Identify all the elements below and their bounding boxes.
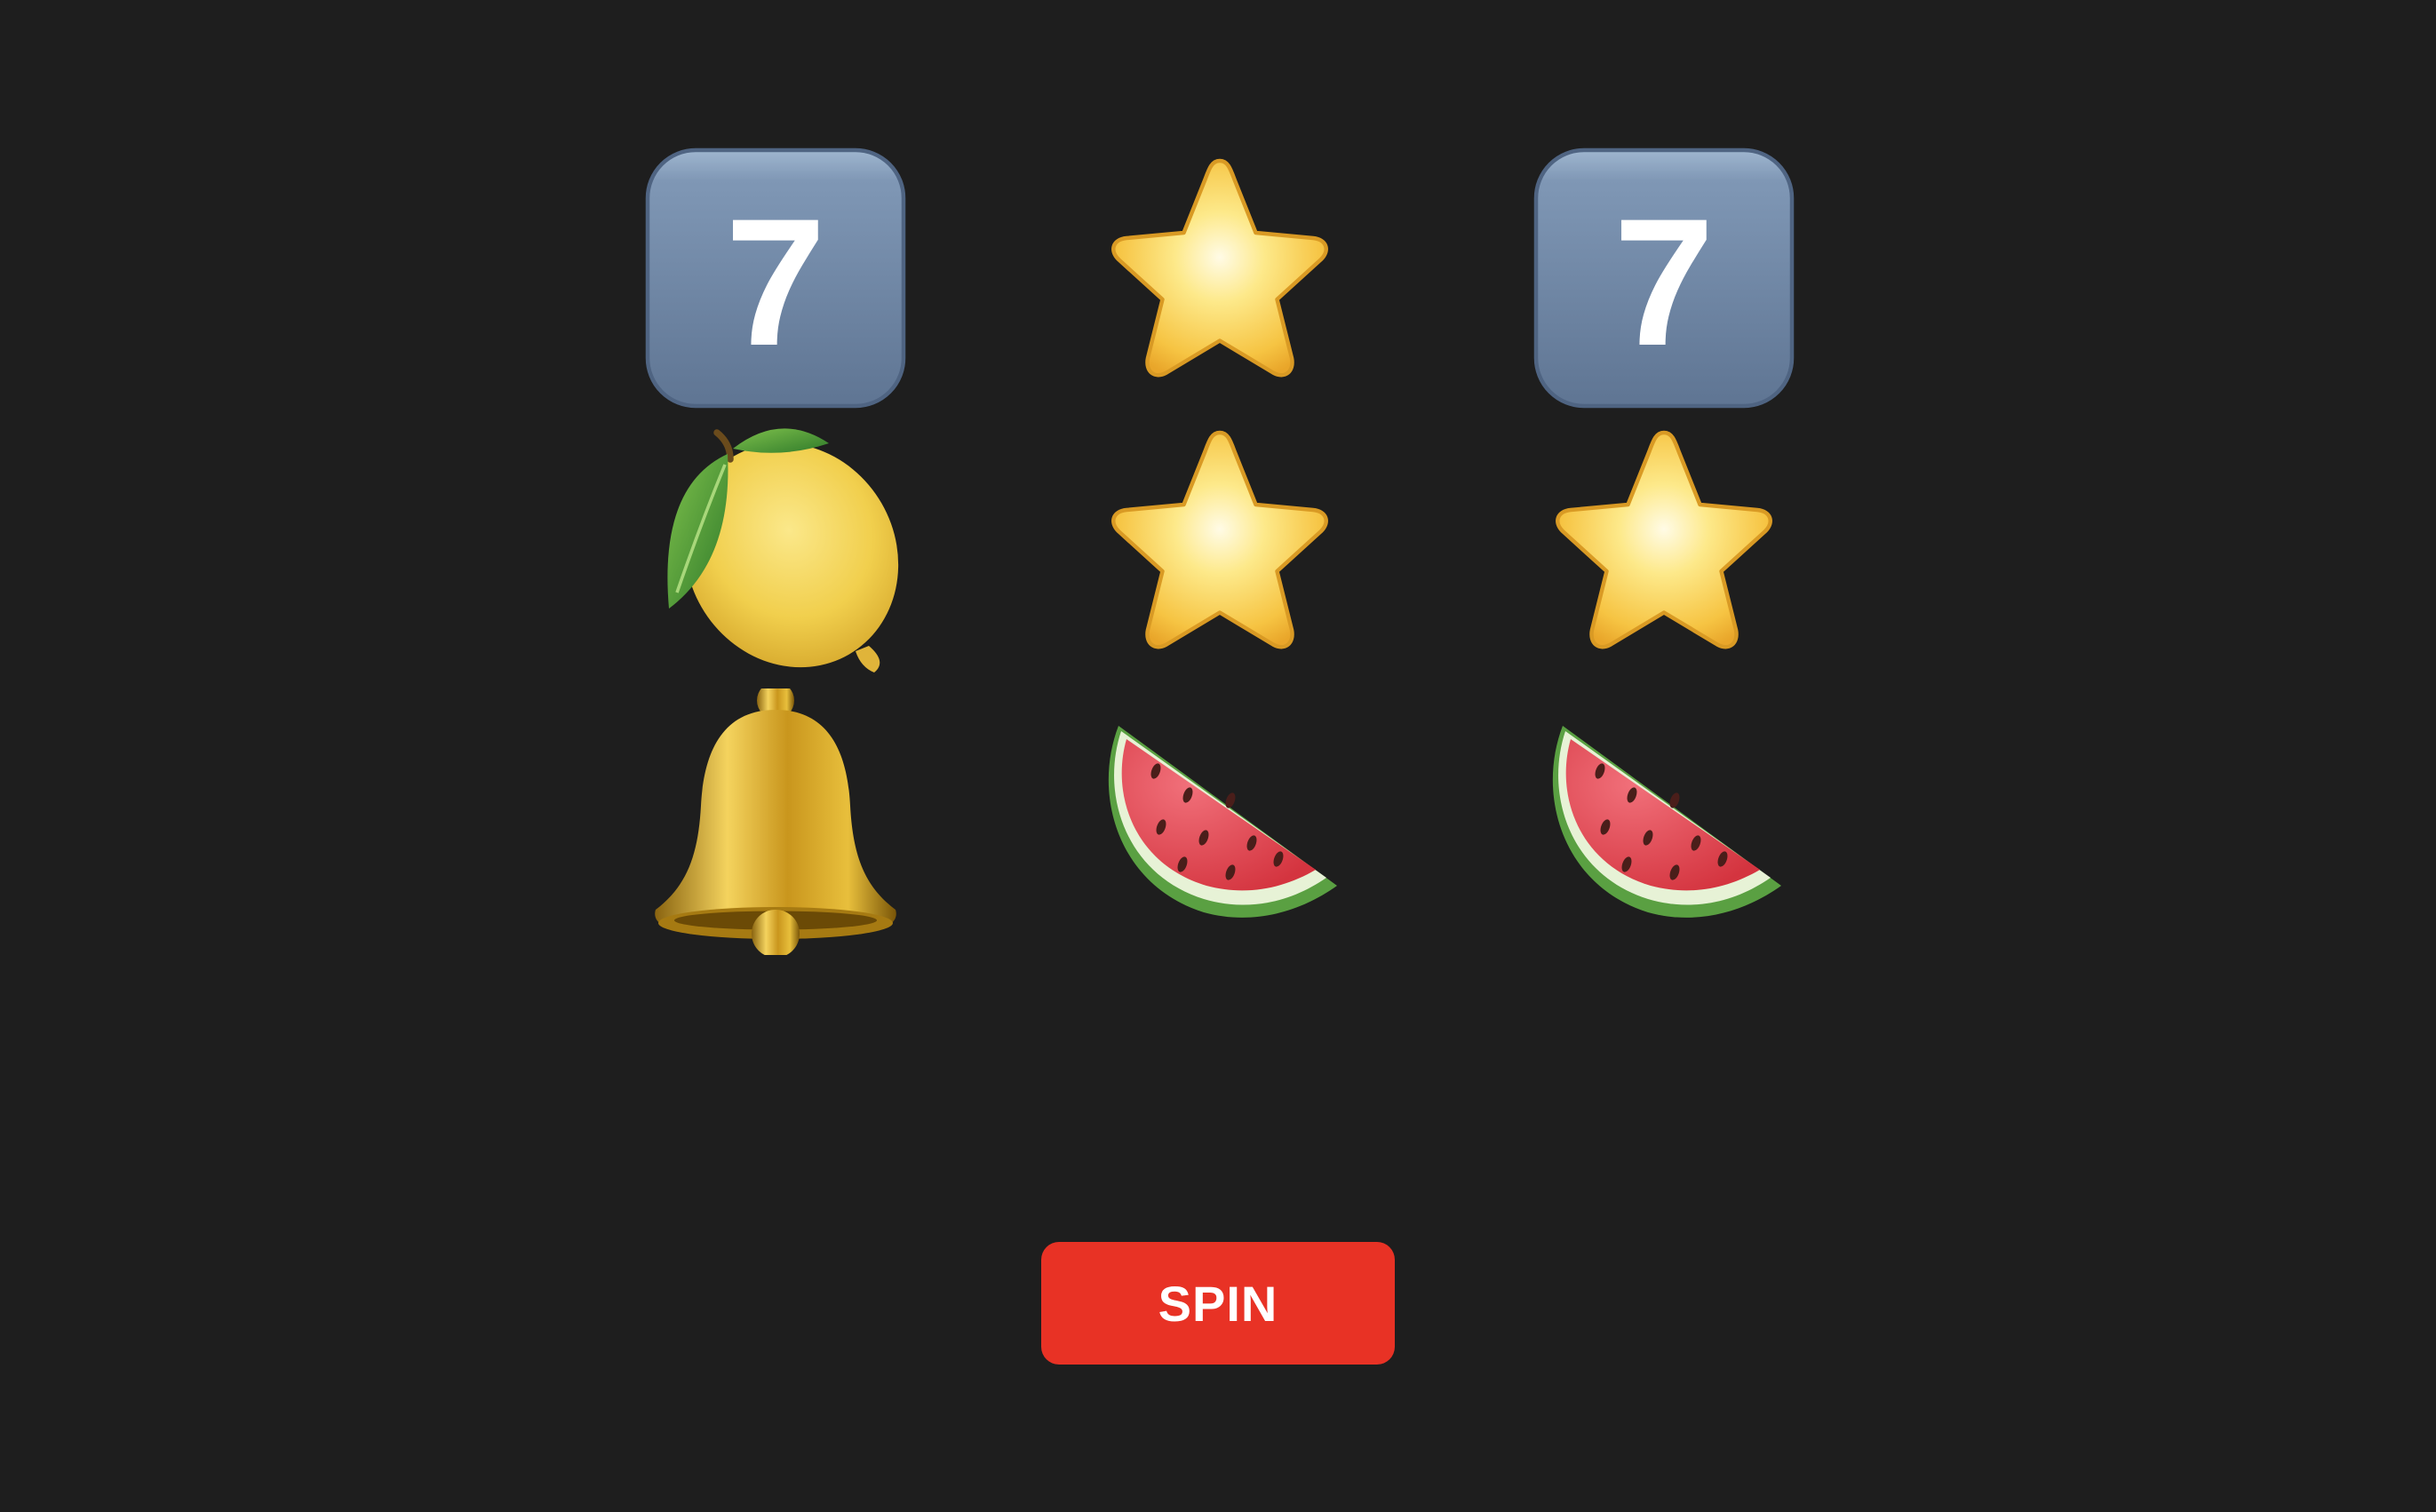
watermelon-icon — [1531, 688, 1797, 955]
reel-3-row-1-cell: 7 — [1526, 142, 1802, 414]
reel-3-row-3-cell — [1526, 686, 1802, 958]
reel-1: 7 — [638, 142, 913, 958]
bell-icon — [642, 688, 909, 955]
reel-2 — [1082, 142, 1357, 958]
reel-3: 7 — [1526, 142, 1802, 958]
seven-icon-label: 7 — [1613, 181, 1714, 384]
star-icon — [1087, 145, 1353, 411]
spin-button[interactable]: SPIN — [1041, 1242, 1395, 1365]
star-icon — [1087, 417, 1353, 683]
reel-3-row-2-cell — [1526, 414, 1802, 686]
reel-2-row-2-cell — [1082, 414, 1357, 686]
reel-2-row-3-cell — [1082, 686, 1357, 958]
reel-1-row-3-cell — [638, 686, 913, 958]
reel-2-row-1-cell — [1082, 142, 1357, 414]
seven-icon: 7 — [1531, 145, 1797, 411]
watermelon-icon — [1087, 688, 1353, 955]
seven-icon: 7 — [642, 145, 909, 411]
seven-icon-label: 7 — [725, 181, 825, 384]
reel-1-row-1-cell: 7 — [638, 142, 913, 414]
reel-1-row-2-cell — [638, 414, 913, 686]
star-icon — [1531, 417, 1797, 683]
lemon-icon — [642, 417, 909, 683]
